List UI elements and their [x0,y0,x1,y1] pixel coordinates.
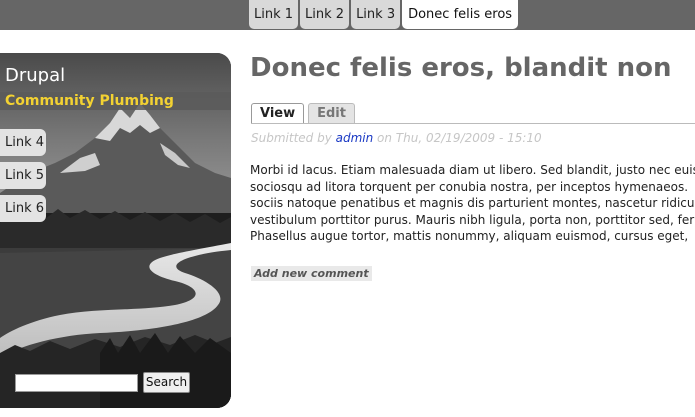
primary-links: Link 1 Link 2 Link 3 Donec felis eros [249,0,520,30]
site-slogan: Community Plumbing [5,93,174,109]
body-line: Phasellus augue tortor, mattis nonummy, … [250,229,689,243]
body-line: sociis natoque penatibus et magnis dis p… [250,196,695,210]
primary-link-1[interactable]: Link 1 [249,0,299,29]
body-line: sociosqu ad litora torquent per conubia … [250,179,689,194]
top-bar: Link 1 Link 2 Link 3 Donec felis eros [0,0,695,30]
author-link[interactable]: admin [336,131,374,145]
node-tabs: View Edit [251,103,359,124]
body-line: Morbi id lacus. Etiam malesuada diam ut … [250,163,695,177]
sidebar: Drupal Community Plumbing Link 4 Link 5 … [0,53,231,408]
node-body: Morbi id lacus. Etiam malesuada diam ut … [250,162,695,252]
search-button[interactable]: Search [143,372,190,393]
add-comment-link[interactable]: Add new comment [251,266,372,281]
search-input[interactable] [15,374,138,392]
submitted-prefix: Submitted by [251,131,336,145]
submitted-date: on Thu, 02/19/2009 - 15:10 [373,131,542,145]
sidebar-link-5[interactable]: Link 5 [0,162,46,189]
tab-edit[interactable]: Edit [308,103,355,124]
primary-link-3[interactable]: Link 3 [351,0,401,29]
tab-view[interactable]: View [251,103,305,124]
primary-link-2[interactable]: Link 2 [300,0,350,29]
primary-link-active[interactable]: Donec felis eros [402,0,519,29]
body-line: vestibulum porttitor purus. Mauris nibh … [250,212,695,227]
submitted-info: Submitted by admin on Thu, 02/19/2009 - … [251,131,542,145]
sidebar-link-4[interactable]: Link 4 [0,129,46,156]
tabs-divider [251,123,695,124]
page-title: Donec felis eros, blandit non [250,53,672,83]
site-name[interactable]: Drupal [5,65,65,86]
sidebar-link-6[interactable]: Link 6 [0,195,46,222]
